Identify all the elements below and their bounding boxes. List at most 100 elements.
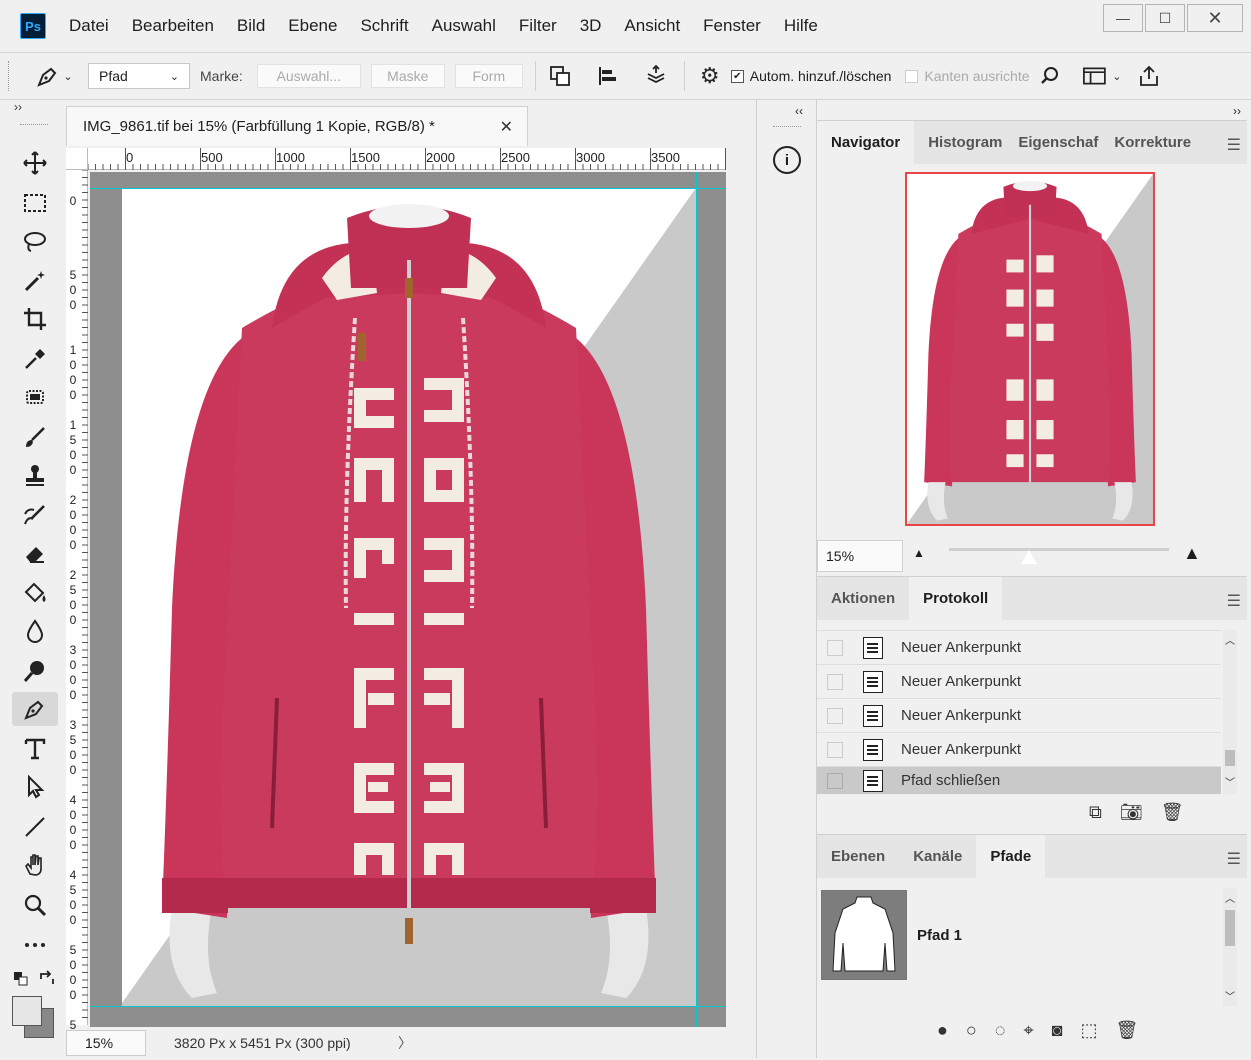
scrollbar-thumb[interactable] — [1225, 750, 1235, 766]
guide-line[interactable] — [696, 172, 697, 1027]
default-colors-button[interactable] — [14, 972, 30, 986]
menu-auswahl[interactable]: Auswahl — [432, 16, 496, 36]
tab-navigator[interactable]: Navigator — [817, 121, 915, 164]
scroll-down-icon[interactable]: ﹀ — [1225, 774, 1235, 789]
history-item[interactable]: Neuer Ankerpunkt — [817, 664, 1221, 698]
swap-colors-button[interactable] — [38, 970, 56, 988]
collapse-toggle-right[interactable]: ›› — [1233, 104, 1241, 118]
maske-button[interactable]: Maske — [370, 64, 445, 88]
history-brush-tool[interactable] — [12, 498, 58, 532]
document-tab[interactable]: IMG_9861.tif bei 15% (Farbfüllung 1 Kopi… — [66, 106, 528, 146]
foreground-color-swatch[interactable] — [12, 996, 42, 1026]
zoom-out-icon[interactable]: ▲ — [913, 546, 925, 560]
zoom-in-icon[interactable]: ▲ — [1183, 543, 1201, 564]
options-grip[interactable] — [8, 61, 14, 91]
collapse-toggle-left[interactable]: ›› — [0, 100, 66, 120]
mode-select[interactable]: Pfad ⌄ — [88, 63, 190, 89]
tab-pfade[interactable]: Pfade — [976, 835, 1046, 878]
tab-kanaele[interactable]: Kanäle — [899, 835, 976, 878]
status-zoom-field[interactable]: 15% — [66, 1030, 146, 1056]
trash-icon[interactable]: 🗑︎ — [1161, 802, 1184, 823]
path-selection-tool[interactable] — [12, 770, 58, 804]
collapse-toggle[interactable]: ‹‹ — [795, 104, 803, 118]
guide-line[interactable] — [90, 188, 726, 189]
paths-scrollbar[interactable]: ︿ ﹀ — [1223, 888, 1237, 1006]
dock-grip[interactable] — [773, 126, 801, 127]
menu-schrift[interactable]: Schrift — [360, 16, 408, 36]
scroll-up-icon[interactable]: ︿ — [1225, 890, 1235, 905]
tab-eigenschaften[interactable]: Eigenschaf — [1016, 121, 1100, 164]
share-button[interactable] — [1136, 61, 1162, 91]
history-snapshot-checkbox[interactable] — [827, 772, 843, 789]
history-item[interactable]: Neuer Ankerpunkt — [817, 630, 1221, 664]
zoom-tool[interactable] — [12, 888, 58, 922]
align-edges-toggle[interactable]: Kanten ausrichte — [905, 68, 1030, 84]
history-item[interactable]: Neuer Ankerpunkt — [817, 698, 1221, 732]
load-path-as-selection-icon[interactable]: ◌ — [995, 1020, 1006, 1041]
path-name[interactable]: Pfad 1 — [917, 927, 962, 944]
navigator-preview[interactable] — [905, 172, 1155, 526]
fill-path-icon[interactable]: ● — [937, 1020, 948, 1041]
menu-fenster[interactable]: Fenster — [703, 16, 761, 36]
brush-tool[interactable] — [12, 420, 58, 454]
history-snapshot-checkbox[interactable] — [827, 741, 843, 758]
menu-datei[interactable]: Datei — [69, 16, 109, 36]
scroll-up-icon[interactable]: ︿ — [1225, 632, 1235, 647]
path-operations-button[interactable] — [546, 61, 574, 91]
menu-ebene[interactable]: Ebene — [288, 16, 337, 36]
ruler-origin[interactable] — [66, 148, 88, 170]
scroll-down-icon[interactable]: ﹀ — [1225, 988, 1235, 1003]
paint-bucket-tool[interactable] — [12, 576, 58, 610]
frame-tool[interactable] — [12, 380, 58, 414]
guide-line[interactable] — [121, 172, 122, 1027]
close-icon[interactable]: ✕ — [500, 117, 513, 137]
zoom-slider-track[interactable] — [949, 548, 1169, 551]
eraser-tool[interactable] — [12, 536, 58, 570]
auto-add-delete-toggle[interactable]: ✔ Autom. hinzuf./löschen — [730, 68, 891, 84]
camera-icon[interactable]: 📷︎ — [1120, 802, 1143, 823]
navigator-zoom-field[interactable]: 15% — [817, 540, 903, 572]
history-scrollbar[interactable]: ︿ ﹀ — [1223, 630, 1237, 794]
edit-toolbar-button[interactable] — [12, 928, 58, 962]
trash-icon[interactable]: 🗑︎ — [1115, 1020, 1138, 1041]
close-window-button[interactable]: ✕ — [1187, 4, 1243, 32]
auswahl-button[interactable]: Auswahl... — [256, 64, 361, 88]
image-canvas[interactable] — [122, 188, 696, 1006]
guide-line[interactable] — [90, 1006, 726, 1007]
blur-tool[interactable] — [12, 614, 58, 648]
rectangular-marquee-tool[interactable] — [12, 186, 58, 220]
new-path-icon[interactable]: ⬚ — [1080, 1020, 1097, 1041]
crop-tool[interactable] — [12, 302, 58, 336]
pen-tool[interactable] — [12, 692, 58, 726]
menu-hilfe[interactable]: Hilfe — [784, 16, 818, 36]
type-tool[interactable] — [12, 732, 58, 766]
panel-menu-icon[interactable]: ☰ — [1227, 849, 1241, 869]
menu-bild[interactable]: Bild — [237, 16, 265, 36]
eyedropper-tool[interactable] — [12, 342, 58, 376]
menu-ansicht[interactable]: Ansicht — [624, 16, 680, 36]
form-button[interactable]: Form — [454, 64, 523, 88]
tab-ebenen[interactable]: Ebenen — [817, 835, 899, 878]
status-menu-arrow[interactable]: 〉 — [398, 1033, 412, 1053]
settings-button[interactable]: ⚙ — [697, 61, 723, 91]
menu-bearbeiten[interactable]: Bearbeiten — [132, 16, 214, 36]
history-snapshot-checkbox[interactable] — [827, 639, 843, 656]
new-document-from-state-icon[interactable]: ⧉ — [1089, 802, 1102, 823]
tool-preset-picker[interactable]: ⌄ — [34, 61, 74, 91]
info-panel-button[interactable]: i — [773, 146, 801, 174]
search-button[interactable] — [1038, 61, 1062, 91]
add-mask-icon[interactable]: ◙ — [1052, 1020, 1063, 1041]
maximize-button[interactable]: ☐ — [1145, 4, 1185, 32]
hand-tool[interactable] — [12, 848, 58, 882]
path-arrangement-button[interactable] — [642, 61, 670, 91]
path-row[interactable]: Pfad 1 — [817, 888, 1221, 982]
vertical-ruler[interactable]: 0 500 1000 1500 2000 2500 3000 3500 4000… — [66, 170, 88, 1032]
tab-aktionen[interactable]: Aktionen — [817, 577, 909, 620]
minimize-button[interactable]: — — [1103, 4, 1143, 32]
quick-selection-tool[interactable] — [12, 264, 58, 298]
tab-korrekturen[interactable]: Korrekture — [1100, 121, 1205, 164]
path-alignment-button[interactable] — [594, 61, 622, 91]
stamp-tool[interactable] — [12, 458, 58, 492]
tab-protokoll[interactable]: Protokoll — [909, 577, 1003, 620]
dodge-tool[interactable] — [12, 654, 58, 688]
